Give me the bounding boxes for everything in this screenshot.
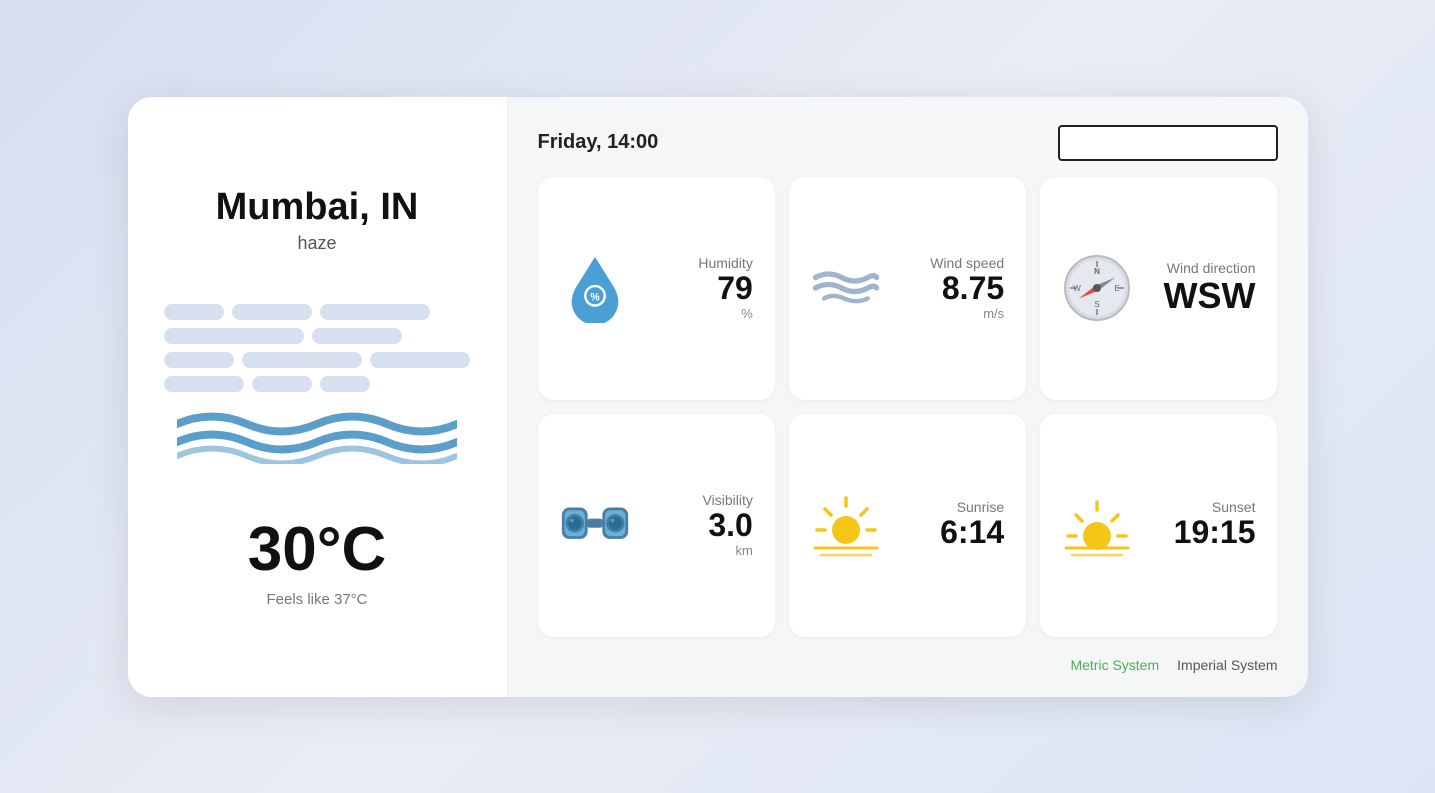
wind-speed-value: 8.75 [942,271,1004,306]
haze-bar [242,352,362,368]
sunset-label: Sunset [1212,499,1256,515]
sunrise-info: Sunrise 6:14 [940,499,1004,550]
right-panel: Friday, 14:00 % Humidity 79 % [508,97,1308,697]
sunrise-icon-area [811,490,881,560]
feels-like: Feels like 37°C [266,591,367,608]
visibility-unit: km [735,543,752,558]
tile-visibility: Visibility 3.0 km [538,414,775,637]
visibility-label: Visibility [703,492,753,508]
haze-bar [164,304,224,320]
haze-bar [232,304,312,320]
humidity-unit: % [741,306,753,321]
metric-system-button[interactable]: Metric System [1070,657,1159,673]
visibility-info: Visibility 3.0 km [703,492,753,558]
haze-clouds [164,304,470,392]
svg-text:E: E [1114,284,1119,293]
left-panel: Mumbai, IN haze [128,97,508,697]
datetime: Friday, 14:00 [538,131,659,154]
haze-bar [252,376,312,392]
wave-illustration [177,404,457,464]
sunrise-value: 6:14 [940,515,1004,550]
svg-text:N: N [1094,267,1100,276]
svg-text:%: % [590,292,600,304]
sunset-icon-area [1062,490,1132,560]
weather-card: Mumbai, IN haze [128,97,1308,697]
wind-direction-value: WSW [1164,276,1256,316]
tile-sunset: Sunset 19:15 [1040,414,1277,637]
wind-direction-info: Wind direction WSW [1164,260,1256,316]
wind-icon-area [811,253,881,323]
sunset-info: Sunset 19:15 [1174,499,1256,550]
tile-wind-speed: Wind speed 8.75 m/s [789,177,1026,400]
sunset-value: 19:15 [1174,515,1256,550]
search-input[interactable] [1058,125,1278,161]
tile-humidity: % Humidity 79 % [538,177,775,400]
haze-illustration [177,274,457,494]
weather-grid: % Humidity 79 % [538,177,1278,637]
tile-wind-direction: N S E W Wind direction WSW [1040,177,1277,400]
binoculars-icon-area [560,490,630,560]
haze-bar [164,328,304,344]
tile-sunrise: Sunrise 6:14 [789,414,1026,637]
temperature: 30°C [248,514,387,585]
haze-bar [312,328,402,344]
svg-text:W: W [1073,284,1081,293]
haze-bar [164,376,244,392]
visibility-value: 3.0 [708,508,752,543]
compass-icon-area: N S E W [1062,253,1132,323]
humidity-label: Humidity [698,255,752,271]
humidity-value: 79 [717,271,753,306]
haze-bar [320,376,370,392]
humidity-icon-area: % [560,253,630,323]
wind-speed-label: Wind speed [930,255,1004,271]
haze-bar [320,304,430,320]
units-bar: Metric System Imperial System [538,657,1278,673]
haze-bar [164,352,234,368]
sunrise-label: Sunrise [957,499,1004,515]
svg-text:S: S [1094,300,1099,309]
wind-speed-unit: m/s [983,306,1004,321]
haze-bar [370,352,470,368]
humidity-info: Humidity 79 % [698,255,752,321]
top-bar: Friday, 14:00 [538,125,1278,161]
condition: haze [297,233,336,254]
wind-speed-info: Wind speed 8.75 m/s [930,255,1004,321]
imperial-system-button[interactable]: Imperial System [1177,657,1277,673]
city-name: Mumbai, IN [216,186,419,229]
wind-direction-label: Wind direction [1167,260,1256,276]
